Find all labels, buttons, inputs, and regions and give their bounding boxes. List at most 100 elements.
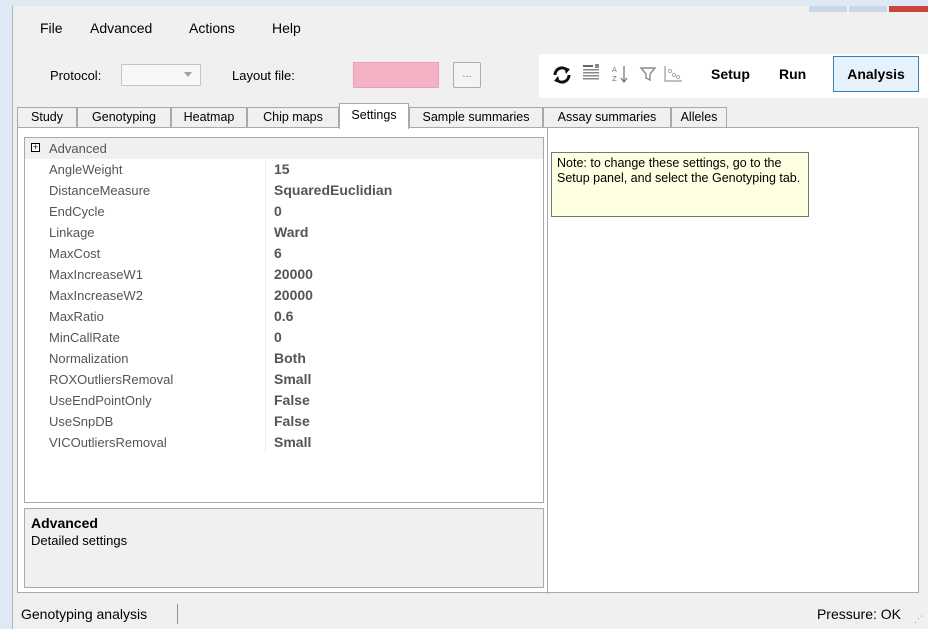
property-value[interactable]: Small (274, 371, 311, 387)
property-value[interactable]: 0.6 (274, 308, 293, 324)
minimize-button[interactable] (809, 6, 847, 12)
column-divider (265, 159, 266, 180)
property-row[interactable]: DistanceMeasure SquaredEuclidian (25, 180, 543, 201)
property-value[interactable]: False (274, 392, 310, 408)
analysis-button[interactable]: Analysis (833, 56, 919, 92)
property-name: EndCycle (49, 204, 105, 219)
property-value[interactable]: Small (274, 434, 311, 450)
close-button[interactable] (889, 6, 928, 12)
property-value[interactable]: Ward (274, 224, 308, 240)
layout-file-field[interactable] (353, 62, 439, 88)
property-name: UseSnpDB (49, 414, 114, 429)
tab-study[interactable]: Study (17, 107, 77, 128)
property-value[interactable]: 20000 (274, 266, 313, 282)
column-divider (265, 138, 266, 159)
property-value[interactable]: 6 (274, 245, 282, 261)
menu-bar: File Advanced Actions Help (13, 16, 928, 42)
sort-az-icon[interactable]: A Z (611, 64, 631, 84)
tab-chip-maps[interactable]: Chip maps (247, 107, 339, 128)
column-divider (265, 432, 266, 453)
expand-icon[interactable]: + (31, 143, 40, 152)
property-name: Normalization (49, 351, 129, 366)
property-name: MaxIncreaseW2 (49, 288, 143, 303)
column-divider (265, 201, 266, 222)
property-row[interactable]: UseEndPointOnly False (25, 390, 543, 411)
property-value[interactable]: False (274, 413, 310, 429)
column-divider (265, 306, 266, 327)
property-name: MaxCost (49, 246, 101, 261)
property-value[interactable]: 15 (274, 161, 290, 177)
property-row[interactable]: ROXOutliersRemoval Small (25, 369, 543, 390)
column-divider (265, 180, 266, 201)
settings-panel: + Advanced AngleWeight 15 DistanceMeasure S… (17, 127, 919, 594)
property-name: MinCallRate (49, 330, 120, 345)
property-name: AngleWeight (49, 162, 123, 177)
property-row[interactable]: Linkage Ward (25, 222, 543, 243)
tab-strip: Study Genotyping Heatmap Chip maps Setti… (17, 103, 917, 129)
maximize-button[interactable] (849, 6, 887, 12)
toolbar-actions: A Z Setup Run Analysis (539, 54, 928, 98)
property-row[interactable]: MaxCost 6 (25, 243, 543, 264)
menu-actions[interactable]: Actions (189, 20, 235, 36)
protocol-label: Protocol: (50, 68, 102, 83)
svg-text:Z: Z (612, 75, 617, 83)
tab-assay-summaries[interactable]: Assay summaries (543, 107, 671, 128)
svg-text:A: A (612, 66, 617, 74)
property-row[interactable]: MaxRatio 0.6 (25, 306, 543, 327)
chevron-down-icon (184, 72, 192, 77)
resize-grip-icon[interactable]: ⋰ (914, 614, 923, 625)
property-row[interactable]: MaxIncreaseW2 20000 (25, 285, 543, 306)
list-view-icon[interactable] (581, 62, 601, 84)
property-row[interactable]: Normalization Both (25, 348, 543, 369)
property-value[interactable]: 20000 (274, 287, 313, 303)
tab-genotyping[interactable]: Genotyping (77, 107, 171, 128)
tab-sample-summaries[interactable]: Sample summaries (409, 107, 543, 128)
title-buttons (809, 6, 928, 12)
refresh-icon[interactable] (551, 64, 573, 86)
tab-settings[interactable]: Settings (339, 103, 409, 129)
menu-file[interactable]: File (40, 20, 63, 36)
chart-icon[interactable] (662, 64, 684, 84)
property-category[interactable]: + Advanced (25, 138, 543, 159)
property-name: DistanceMeasure (49, 183, 151, 198)
column-divider (265, 348, 266, 369)
layout-file-label: Layout file: (232, 68, 295, 83)
run-button[interactable]: Run (779, 66, 806, 82)
browse-button[interactable]: ... (453, 62, 481, 88)
property-row[interactable]: UseSnpDB False (25, 411, 543, 432)
property-name: ROXOutliersRemoval (49, 372, 174, 387)
column-divider (265, 264, 266, 285)
property-name: Linkage (49, 225, 95, 240)
setup-button[interactable]: Setup (711, 66, 750, 82)
filter-icon[interactable] (639, 65, 657, 83)
protocol-dropdown[interactable] (121, 64, 201, 86)
property-name: VICOutliersRemoval (49, 435, 167, 450)
menu-advanced[interactable]: Advanced (90, 20, 152, 36)
property-row[interactable]: MaxIncreaseW1 20000 (25, 264, 543, 285)
property-value[interactable]: 0 (274, 329, 282, 345)
property-row[interactable]: AngleWeight 15 (25, 159, 543, 180)
tab-alleles[interactable]: Alleles (671, 107, 727, 128)
property-value[interactable]: SquaredEuclidian (274, 182, 392, 198)
menu-help[interactable]: Help (272, 20, 301, 36)
column-divider (265, 369, 266, 390)
panel-divider (547, 128, 548, 594)
status-separator (177, 604, 178, 624)
property-grid: + Advanced AngleWeight 15 DistanceMeasure S… (24, 137, 544, 503)
note-tooltip: Note: to change these settings, go to th… (551, 152, 809, 217)
property-name: MaxRatio (49, 309, 104, 324)
property-value[interactable]: Both (274, 350, 306, 366)
property-row[interactable]: VICOutliersRemoval Small (25, 432, 543, 453)
app-window: File Advanced Actions Help Protocol: Lay… (12, 6, 928, 629)
property-row[interactable]: EndCycle 0 (25, 201, 543, 222)
column-divider (265, 243, 266, 264)
pressure-status: Pressure: OK (816, 606, 901, 622)
property-row[interactable]: MinCallRate 0 (25, 327, 543, 348)
tab-heatmap[interactable]: Heatmap (171, 107, 247, 128)
column-divider (265, 222, 266, 243)
help-description: Detailed settings (31, 533, 128, 548)
column-divider (265, 327, 266, 348)
property-value[interactable]: 0 (274, 203, 282, 219)
column-divider (265, 390, 266, 411)
toolbar: Protocol: Layout file: ... A Z Setup Run… (13, 50, 928, 98)
